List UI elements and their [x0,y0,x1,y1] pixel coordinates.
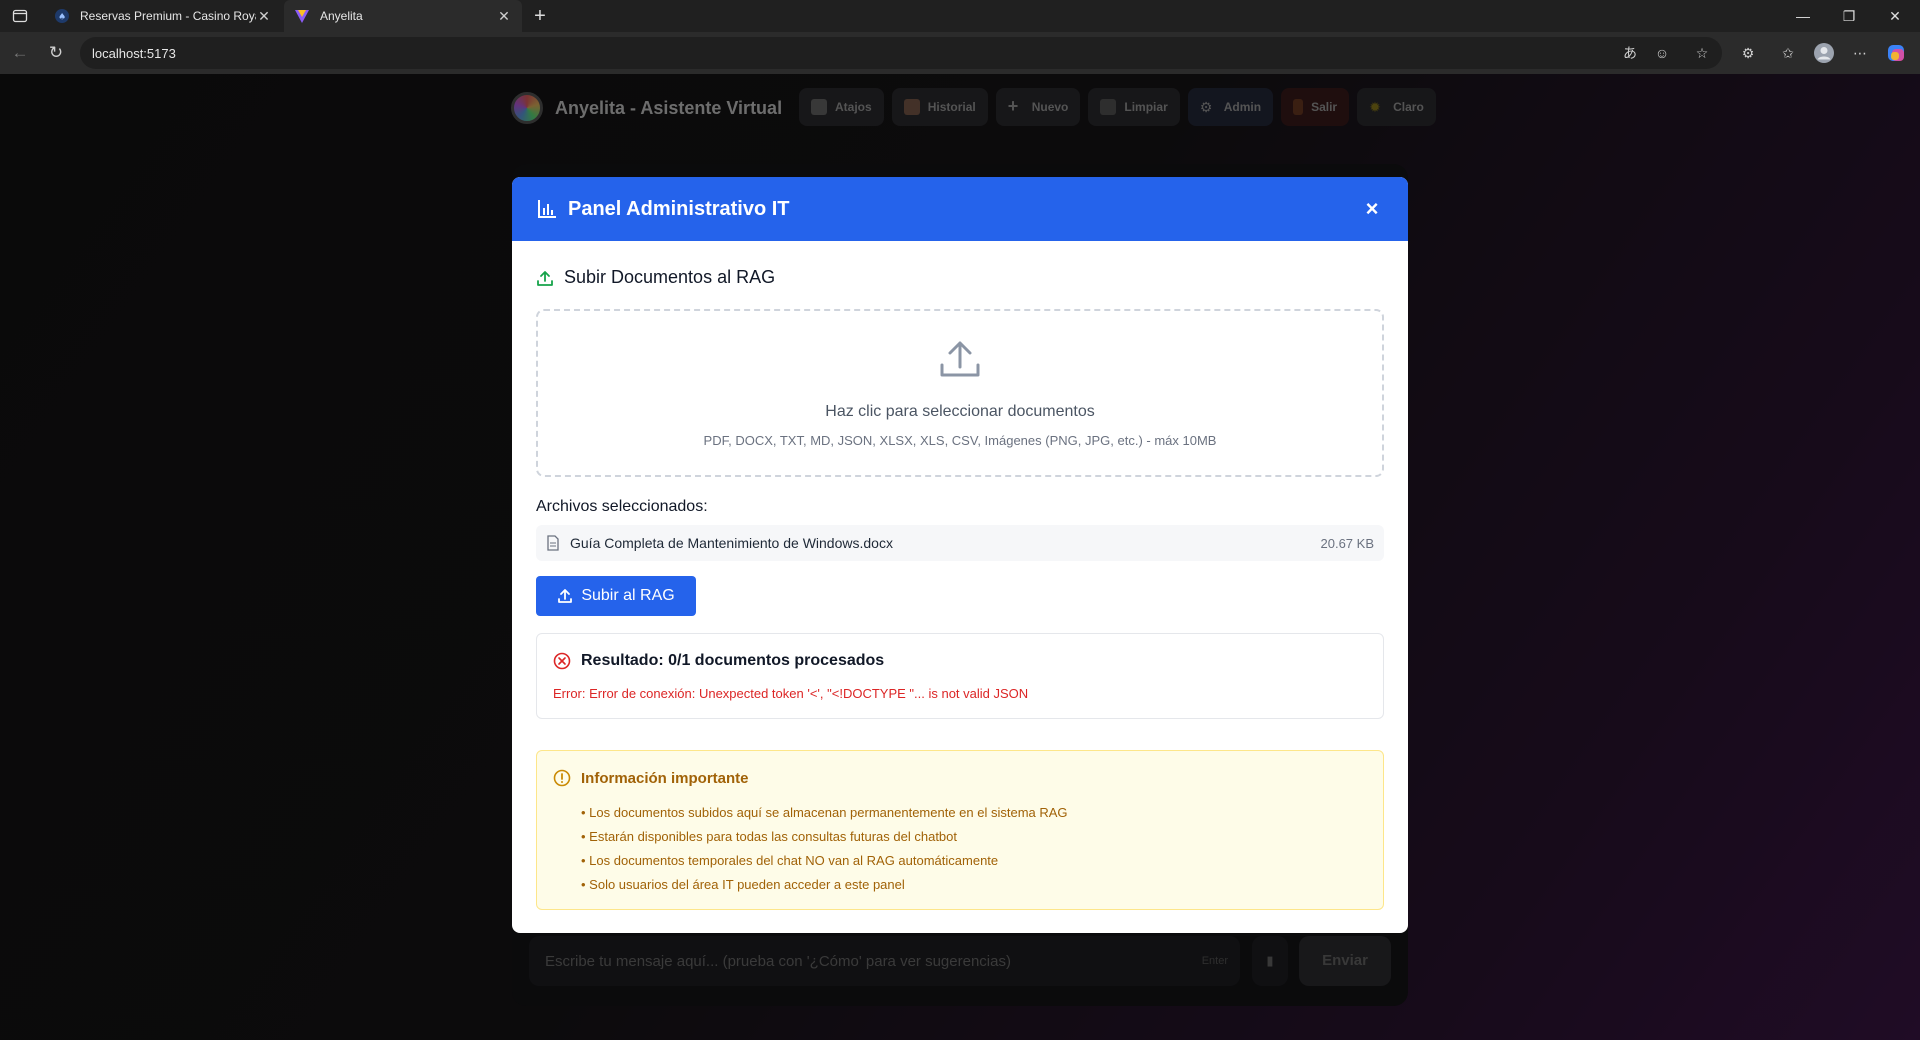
result-error-message: Error: Error de conexión: Unexpected tok… [553,686,1029,701]
info-list-item: • Estarán disponibles para todas las con… [581,829,957,844]
info-title-text: Información importante [581,769,749,787]
file-dropzone[interactable]: Haz clic para seleccionar documentos PDF… [536,309,1384,477]
favorite-star-icon[interactable]: ☆ [1690,41,1714,65]
upload-result-card: Resultado: 0/1 documentos procesados Err… [536,633,1384,719]
minimize-button[interactable]: — [1780,0,1826,32]
favorites-list-icon[interactable]: ✩ [1776,41,1800,65]
tab-title: Reservas Premium - Casino Royal [80,9,256,23]
bar-chart-icon [538,200,556,218]
close-icon[interactable]: × [1362,198,1382,220]
copilot-icon[interactable] [1884,41,1908,65]
upload-cloud-icon [940,341,980,377]
reload-icon[interactable]: ↻ [44,41,68,65]
tab-actions-icon[interactable] [8,7,32,25]
reader-icon[interactable]: ☺ [1650,41,1674,65]
address-bar[interactable]: i localhost:5173 [80,37,1722,626]
result-title-text: Resultado: 0/1 documentos procesados [581,652,885,669]
tab-title: Anyelita [320,9,363,23]
back-icon[interactable]: ← [8,41,32,65]
anyelita-favicon-icon [294,8,310,24]
file-size: 20.67 KB [1320,535,1375,551]
upload-button-label: Subir al RAG [581,587,675,604]
modal-title: Panel Administrativo IT [568,197,790,220]
close-tab-icon[interactable]: ✕ [496,8,512,25]
restore-button[interactable]: ❐ [1826,0,1872,32]
casino-favicon-icon: ♠ [54,8,70,24]
info-list-item: • Los documentos subidos aquí se almacen… [581,805,1068,820]
upload-icon [558,589,573,603]
url-text[interactable]: localhost:5173 [92,46,176,61]
upload-to-rag-button[interactable]: Subir al RAG [536,576,696,616]
new-tab-button[interactable]: + [528,4,552,28]
file-name: Guía Completa de Mantenimiento de Window… [570,535,893,551]
browser-tab-bar: ♠ Reservas Premium - Casino Royal ✕ Anye… [0,0,1920,32]
browser-tab-casino[interactable]: ♠ Reservas Premium - Casino Royal ✕ [44,0,282,32]
result-title: Resultado: 0/1 documentos procesados [553,652,884,670]
info-alert-icon [553,769,571,787]
info-list-item: • Solo usuarios del área IT pueden acced… [581,877,905,892]
extensions-icon[interactable]: ⚙ [1736,41,1760,65]
selected-files-label: Archivos seleccionados: [536,498,708,515]
dropzone-main-text: Haz clic para seleccionar documentos [825,403,1095,420]
translate-icon[interactable]: あ [1618,41,1642,65]
profile-avatar-icon[interactable] [1812,41,1836,65]
section-title-text: Subir Documentos al RAG [564,267,776,287]
document-icon [547,535,559,551]
close-window-button[interactable]: ✕ [1872,0,1918,32]
admin-panel-modal: Panel Administrativo IT × Subir Document… [512,177,1408,933]
svg-text:♠: ♠ [58,13,66,23]
section-title: Subir Documentos al RAG [536,267,775,288]
important-info-box: Información importante • Los documentos … [536,750,1384,910]
upload-icon [537,270,553,286]
selected-file-row: Guía Completa de Mantenimiento de Window… [536,525,1384,561]
more-menu-icon[interactable]: ⋯ [1848,41,1872,65]
close-tab-icon[interactable]: ✕ [256,8,272,25]
app-page: Anyelita - Asistente Virtual Atajos Hist… [0,74,1920,1040]
modal-header: Panel Administrativo IT [512,177,1408,241]
dropzone-formats-text: PDF, DOCX, TXT, MD, JSON, XLSX, XLS, CSV… [703,433,1217,448]
info-list: • Los documentos subidos aquí se almacen… [581,801,1068,897]
browser-toolbar: ← ↻ i localhost:5173 あ ☺ ☆ ⚙ ✩ ⋯ [0,32,1920,626]
browser-tab-anyelita[interactable]: Anyelita ✕ [284,0,522,32]
error-circle-icon [553,652,571,670]
info-list-item: • Los documentos temporales del chat NO … [581,853,999,868]
info-title: Información importante [553,769,749,787]
